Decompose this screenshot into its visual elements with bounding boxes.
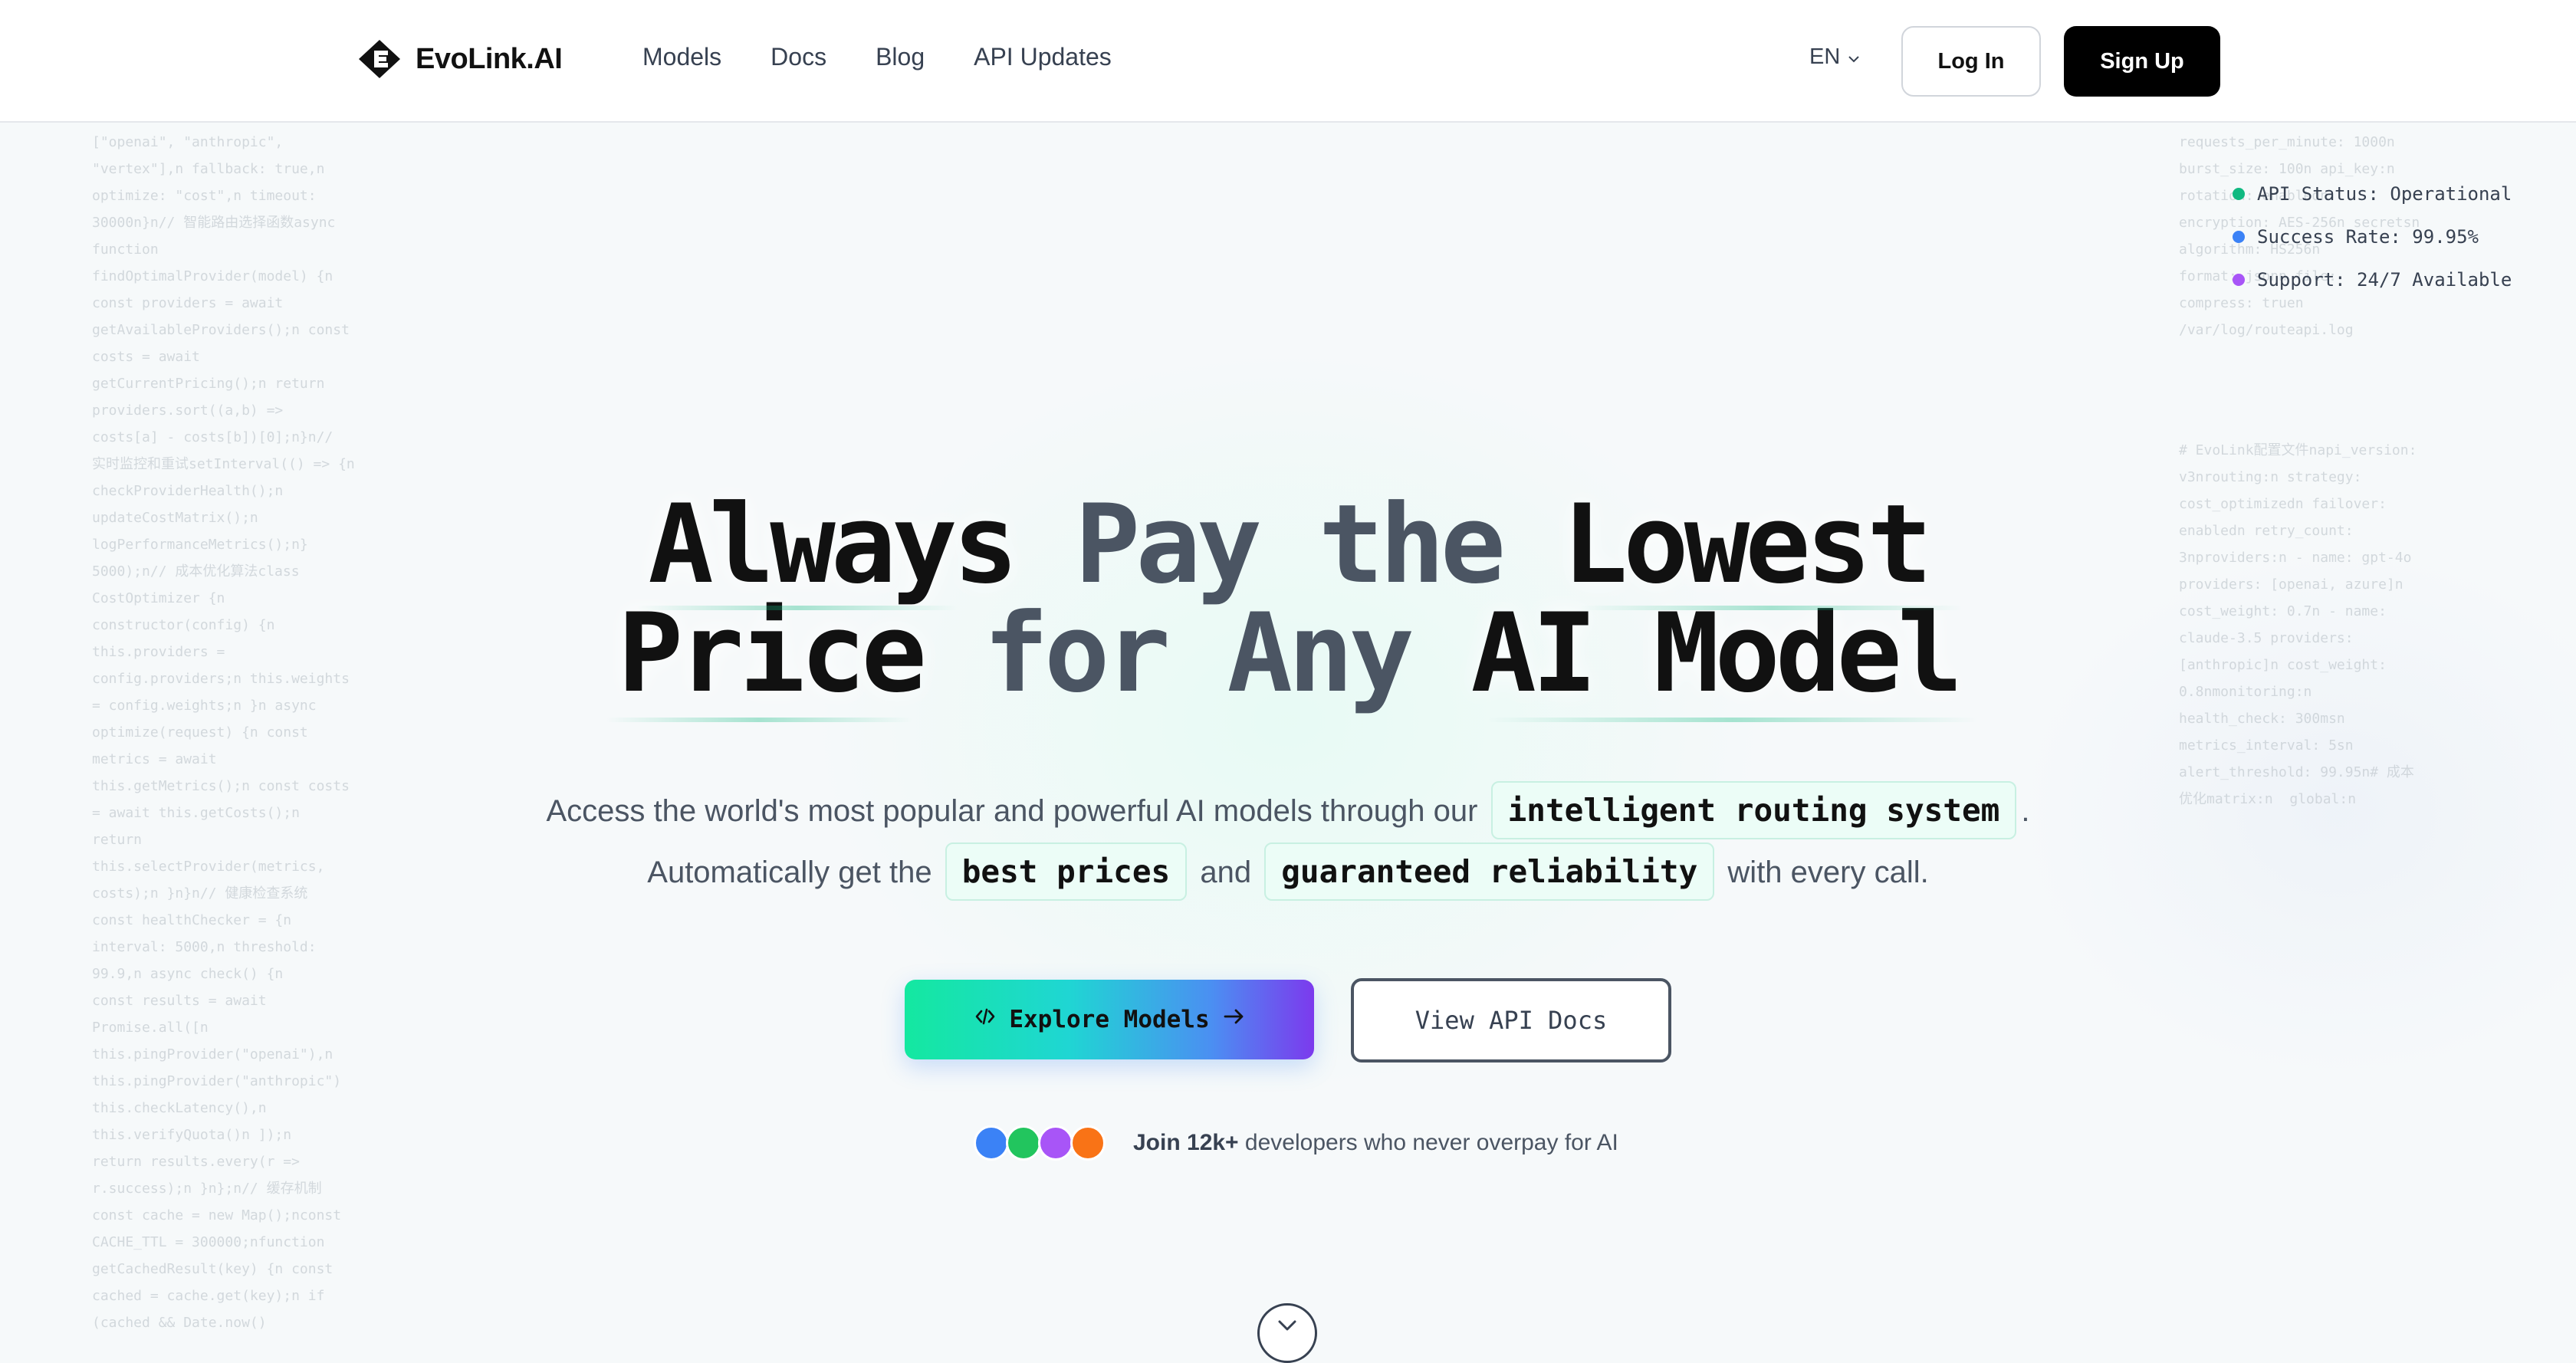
login-button[interactable]: Log In xyxy=(1901,26,2041,97)
title-word-the: the xyxy=(1318,481,1506,608)
title-underline-glow-1 xyxy=(636,606,958,610)
explore-models-label: Explore Models xyxy=(1009,1006,1210,1033)
avatar xyxy=(1070,1125,1106,1161)
avatar xyxy=(974,1125,1009,1161)
logo[interactable]: EvoLink.AI xyxy=(357,38,563,80)
arrow-right-icon xyxy=(1222,1005,1245,1034)
nav-api-updates[interactable]: API Updates xyxy=(974,43,1112,71)
social-proof: Join 12k+ developers who never overpay f… xyxy=(974,1125,1618,1161)
title-word-for: for xyxy=(983,590,1171,717)
hero-title: Always Pay the Lowest Price for Any AI M… xyxy=(0,491,2576,708)
title-underline-glow-4 xyxy=(1487,718,1978,722)
scroll-down-button[interactable] xyxy=(1257,1303,1317,1363)
nav-models[interactable]: Models xyxy=(642,43,721,71)
avatar xyxy=(1038,1125,1073,1161)
subtitle-text-3: with every call. xyxy=(1727,856,1929,889)
explore-models-button[interactable]: Explore Models xyxy=(905,980,1314,1059)
status-panel: API Status: Operational Success Rate: 99… xyxy=(2233,182,2512,311)
evolink-logo-icon xyxy=(357,38,402,80)
status-row-support: Support: 24/7 Available xyxy=(2233,268,2512,291)
chip-guaranteed-reliability: guaranteed reliability xyxy=(1264,842,1715,901)
language-label: EN xyxy=(1809,44,1841,69)
main-nav: Models Docs Blog API Updates xyxy=(642,43,1112,71)
subtitle-text-2: Automatically get the xyxy=(647,856,932,889)
nav-blog[interactable]: Blog xyxy=(876,43,925,71)
title-word-lowest: Lowest xyxy=(1562,481,1933,608)
subtitle-text-and: and xyxy=(1200,856,1252,889)
blue-status-dot xyxy=(2233,231,2245,243)
status-success-text: Success Rate: 99.95% xyxy=(2257,226,2479,248)
purple-status-dot xyxy=(2233,274,2245,286)
title-word-always: Always xyxy=(648,481,1018,608)
chevron-down-icon xyxy=(1277,1319,1297,1335)
avatar xyxy=(1006,1125,1041,1161)
hero-title-line-2: Price for Any AI Model xyxy=(0,599,2576,708)
chevron-down-icon xyxy=(1848,44,1860,70)
signup-button[interactable]: Sign Up xyxy=(2064,26,2220,97)
title-underline-glow-3 xyxy=(606,718,912,722)
top-navbar: EvoLink.AI Models Docs Blog API Updates … xyxy=(0,0,2576,123)
title-underline-glow-2 xyxy=(1579,606,1963,610)
hero-subtitle-line-2: Automatically get the best prices and gu… xyxy=(0,842,2576,903)
social-proof-rest: developers who never overpay for AI xyxy=(1244,1130,1618,1155)
chip-intelligent-routing: intelligent routing system xyxy=(1490,781,2017,839)
chip-best-prices: best prices xyxy=(945,842,1188,901)
subtitle-text-1: Access the world's most popular and powe… xyxy=(546,794,1478,828)
status-row-success-rate: Success Rate: 99.95% xyxy=(2233,225,2512,248)
status-support-text: Support: 24/7 Available xyxy=(2257,269,2512,291)
hero-title-line-1: Always Pay the Lowest xyxy=(0,491,2576,599)
language-selector[interactable]: EN xyxy=(1809,44,1860,70)
hero-subtitle-line-1: Access the world's most popular and powe… xyxy=(0,780,2576,842)
nav-docs[interactable]: Docs xyxy=(770,43,826,71)
title-word-any: Any xyxy=(1227,590,1414,717)
view-api-docs-button[interactable]: View API Docs xyxy=(1351,978,1671,1062)
status-row-api: API Status: Operational xyxy=(2233,182,2512,205)
logo-text: EvoLink.AI xyxy=(416,42,563,75)
title-word-pay: Pay xyxy=(1074,481,1262,608)
background-code-left: ["openai", "anthropic", "vertex"],n fall… xyxy=(92,134,355,1331)
social-proof-count: Join 12k+ xyxy=(1133,1130,1239,1155)
social-proof-text: Join 12k+ developers who never overpay f… xyxy=(1133,1130,1618,1156)
green-status-dot xyxy=(2233,188,2245,200)
code-icon xyxy=(974,1005,997,1034)
status-api-text: API Status: Operational xyxy=(2257,183,2512,205)
subtitle-period: . xyxy=(2021,794,2030,828)
